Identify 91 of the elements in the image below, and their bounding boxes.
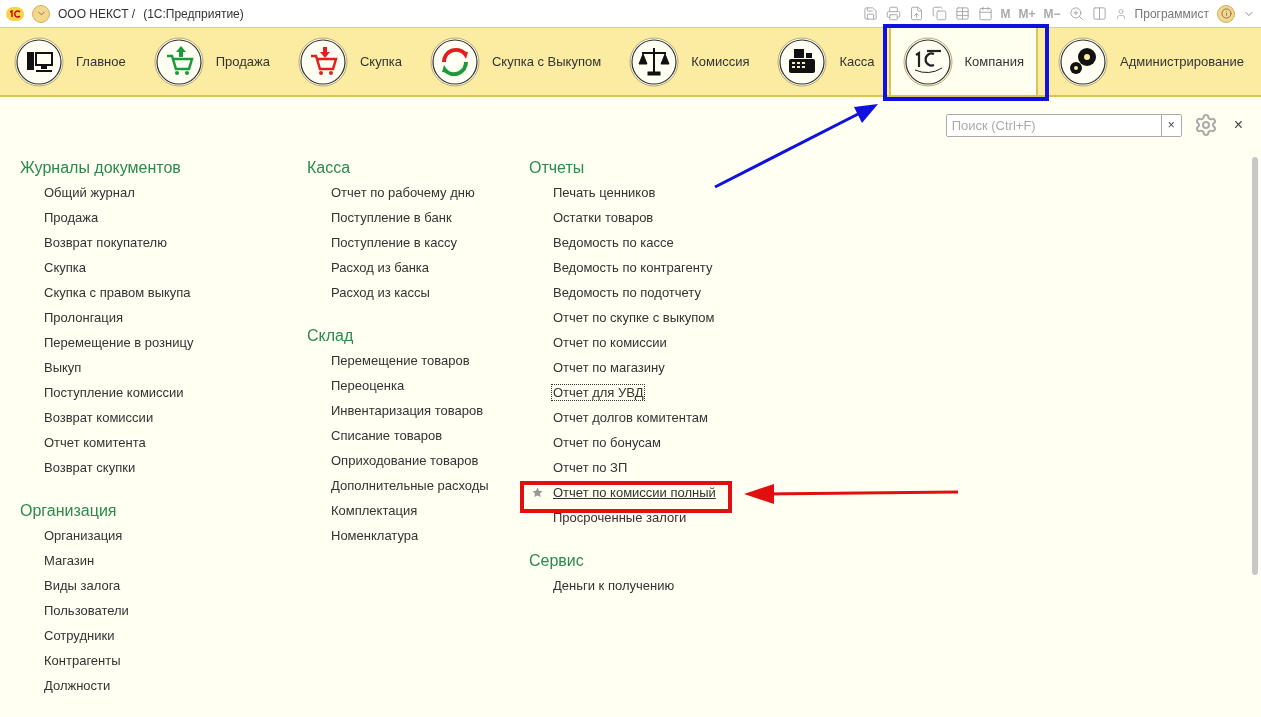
menu-link[interactable]: Отчет по бонусам <box>552 435 662 450</box>
group-title: Журналы документов <box>20 158 182 178</box>
menu-link[interactable]: Магазин <box>43 553 96 568</box>
group-title: Сервис <box>529 551 585 571</box>
save-icon[interactable] <box>862 6 878 21</box>
scales-icon <box>629 36 680 87</box>
section-tab[interactable]: Продажа <box>139 28 284 95</box>
cart-icon <box>297 36 348 87</box>
menu-link[interactable]: Отчет по ЗП <box>552 460 629 475</box>
computer-icon <box>14 36 64 87</box>
menu-link[interactable]: Остатки товаров <box>552 210 655 225</box>
menu-link[interactable]: Номенклатура <box>330 528 420 543</box>
menu-link[interactable]: Поступление в банк <box>330 210 453 225</box>
menu-link[interactable]: Сотрудники <box>43 628 116 643</box>
star-icon[interactable] <box>532 487 543 498</box>
group-title: Склад <box>307 326 355 346</box>
section-tab[interactable]: Касса <box>763 28 889 95</box>
menu-link[interactable]: Ведомость по подотчету <box>552 285 702 300</box>
logo-icon <box>902 36 953 87</box>
menu-link[interactable]: Отчет по комиссии <box>552 335 668 350</box>
document-arrow-icon[interactable] <box>908 6 924 21</box>
menu-link[interactable]: Продажа <box>43 210 100 225</box>
menu-link[interactable]: Выкуп <box>43 360 83 375</box>
settings-icon[interactable] <box>1193 113 1218 137</box>
menu-link[interactable]: Возврат скупки <box>43 460 137 475</box>
cart-icon <box>153 36 204 87</box>
menu-button[interactable] <box>32 4 50 23</box>
menu-link[interactable]: Расход из банка <box>330 260 431 275</box>
menu-link[interactable]: Отчет по скупке с выкупом <box>552 310 716 325</box>
menu-link[interactable]: Возврат покупателю <box>43 235 168 250</box>
info-icon <box>1220 8 1232 19</box>
menu-link[interactable]: Поступление комиссии <box>43 385 185 400</box>
printer-icon[interactable] <box>885 6 901 21</box>
menu-link[interactable]: Виды залога <box>43 578 122 593</box>
menu-link[interactable]: Организация <box>43 528 124 543</box>
menu-link[interactable]: Отчет для УВД <box>552 385 645 400</box>
copy-icon[interactable] <box>931 6 947 21</box>
group-title: Касса <box>307 158 352 178</box>
info-button[interactable] <box>1217 4 1235 23</box>
zoom-icon[interactable] <box>1068 6 1084 21</box>
menu-link[interactable]: Перемещение в розницу <box>43 335 195 350</box>
section-tab[interactable]: Скупка с Выкупом <box>415 28 616 95</box>
menu-link[interactable]: Оприходование товаров <box>330 453 480 468</box>
cash-register-icon <box>777 36 828 87</box>
menu-link[interactable]: Просроченные залоги <box>552 510 688 525</box>
menu-link[interactable]: Инвентаризация товаров <box>330 403 485 418</box>
menu-link[interactable]: Отчет долгов комитентам <box>552 410 709 425</box>
clear-button[interactable]: × <box>1160 114 1181 136</box>
menu-link[interactable]: Отчет по магазину <box>552 360 666 375</box>
menu-link[interactable]: Перемещение товаров <box>330 353 471 368</box>
gears-icon <box>1058 36 1108 87</box>
menu-link[interactable]: Отчет по комиссии полный <box>552 485 717 500</box>
calendar-icon[interactable] <box>977 6 993 21</box>
menu-link[interactable]: Комплектация <box>330 503 419 518</box>
menu-link[interactable]: Дополнительные расходы <box>330 478 490 493</box>
menu-link[interactable]: Скупка <box>43 260 87 275</box>
menu-link[interactable]: Ведомость по контрагенту <box>552 260 714 275</box>
user-icon <box>1114 7 1127 20</box>
user-name[interactable]: Программист <box>1134 6 1209 21</box>
menu-link[interactable]: Общий журнал <box>43 185 136 200</box>
company-name: ООО НЕКСТ / <box>58 6 136 21</box>
menu-link[interactable]: Переоценка <box>330 378 406 393</box>
menu-link[interactable]: Пролонгация <box>43 310 125 325</box>
search-field[interactable]: Поиск (Ctrl+F) × <box>945 113 1182 137</box>
menu-link[interactable]: Скупка с правом выкупа <box>43 285 192 300</box>
section-tab[interactable]: Компания <box>888 28 1038 95</box>
menu-link[interactable]: Отчет по рабочему дню <box>330 185 476 200</box>
menu-link[interactable]: Ведомость по кассе <box>552 235 675 250</box>
section-tab[interactable]: Администрирование <box>1044 28 1258 95</box>
menu-link[interactable]: Контрагенты <box>43 653 122 668</box>
window-title: (1С:Предприятие) <box>143 6 244 21</box>
group-title: Отчеты <box>529 158 586 178</box>
menu-link[interactable]: Списание товаров <box>330 428 444 443</box>
circular-arrows-icon <box>429 36 480 87</box>
menu-link[interactable]: Деньги к получению <box>552 578 676 593</box>
close-button[interactable]: × <box>1229 116 1247 134</box>
section-tab[interactable]: Комиссия <box>615 28 764 95</box>
scrollbar-thumb[interactable] <box>1252 157 1258 575</box>
menu-link[interactable]: Печать ценников <box>552 185 657 200</box>
menu-link[interactable]: Должности <box>43 678 112 693</box>
menu-link[interactable]: Пользователи <box>43 603 130 618</box>
section-tab[interactable]: Скупка <box>283 28 416 95</box>
menu-link[interactable]: Отчет комитента <box>43 435 147 450</box>
menu-link[interactable]: Возврат комиссии <box>43 410 155 425</box>
menu-link[interactable]: Расход из кассы <box>330 285 431 300</box>
panel-icon[interactable] <box>1091 6 1107 21</box>
table-icon[interactable] <box>954 6 970 21</box>
app-logo-icon[interactable] <box>6 6 24 21</box>
menu-link[interactable]: Поступление в кассу <box>330 235 459 250</box>
section-tab[interactable]: Главное <box>0 28 140 95</box>
group-title: Организация <box>20 501 118 521</box>
